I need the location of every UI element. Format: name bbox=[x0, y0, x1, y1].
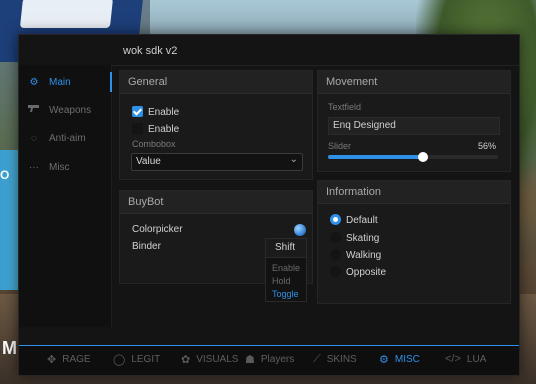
radio-label-walking: Walking bbox=[346, 250, 382, 261]
movement-panel: Movement Textfield Enq Designed Slider 5… bbox=[317, 70, 511, 172]
chevron-down-icon: ⌄ bbox=[289, 154, 298, 165]
tab-label: SKINS bbox=[326, 354, 357, 365]
tab-visuals[interactable]: ✿ VISUALS bbox=[181, 353, 238, 366]
crosshair-icon: ✥ bbox=[47, 354, 57, 366]
radio-label-opposite: Opposite bbox=[346, 267, 387, 278]
color-swatch[interactable] bbox=[294, 224, 306, 236]
panel-title: General bbox=[128, 76, 168, 88]
palette-icon: ✿ bbox=[181, 354, 191, 366]
sidebar-item-label: Weapons bbox=[49, 104, 92, 116]
panel-header: BuyBot bbox=[120, 191, 312, 214]
players-icon: ☗ bbox=[245, 354, 255, 366]
panel-header: Movement bbox=[318, 71, 510, 94]
radio-label-default: Default bbox=[346, 215, 378, 226]
tab-label: RAGE bbox=[62, 354, 91, 365]
enable-label-2: Enable bbox=[148, 124, 180, 135]
tab-rage[interactable]: ✥ RAGE bbox=[47, 353, 91, 366]
binder-popup: Shift Enable Hold Toggle bbox=[265, 238, 307, 302]
slider-value: 56% bbox=[478, 141, 497, 151]
textfield-value: Enq Designed bbox=[333, 120, 396, 131]
sidebar-item-weapons[interactable]: Weapons bbox=[19, 97, 111, 123]
crosshair-icon: ◌ bbox=[31, 132, 37, 144]
sidebar-item-main[interactable]: ⚙ Main bbox=[19, 69, 112, 95]
binder-mode-hold[interactable]: Hold bbox=[272, 276, 291, 286]
sidebar-item-misc[interactable]: ··· Misc bbox=[19, 154, 111, 180]
radio-label-skating: Skating bbox=[346, 233, 380, 244]
panel-header: Information bbox=[318, 181, 510, 204]
textfield-input[interactable]: Enq Designed bbox=[328, 117, 500, 135]
sidebar: ⚙ Main Weapons ◌ Anti-aim ··· Misc bbox=[19, 65, 112, 327]
bottom-tab-bar: ✥ RAGE ◯ LEGIT ✿ VISUALS ☗ Players ⟋ SKI… bbox=[19, 345, 519, 375]
gears-icon: ⚙ bbox=[29, 76, 39, 88]
panel-title: BuyBot bbox=[128, 196, 164, 208]
tab-label: Players bbox=[260, 354, 295, 365]
slider-track[interactable] bbox=[328, 152, 498, 162]
panel-title: Movement bbox=[326, 76, 378, 88]
sidebar-item-anti-aim[interactable]: ◌ Anti-aim bbox=[19, 125, 111, 151]
slider-handle[interactable] bbox=[418, 152, 429, 162]
enable-label-1: Enable bbox=[148, 107, 180, 118]
sidebar-item-label: Anti-aim bbox=[49, 132, 86, 144]
code-icon: </> bbox=[445, 353, 461, 365]
tab-label: MISC bbox=[394, 354, 420, 365]
colorpicker-label: Colorpicker bbox=[132, 224, 183, 235]
title-divider bbox=[111, 65, 519, 66]
panel-title: Information bbox=[326, 186, 382, 198]
sidebar-item-label: Misc bbox=[49, 161, 70, 173]
tab-label: VISUALS bbox=[196, 354, 239, 365]
binder-mode-toggle[interactable]: Toggle bbox=[272, 289, 299, 299]
gears-icon: ⚙ bbox=[379, 354, 389, 366]
radio-walking[interactable] bbox=[330, 249, 341, 260]
general-panel: General Enable Enable Combobox Value ⌄ bbox=[119, 70, 313, 180]
combobox-select[interactable]: Value ⌄ bbox=[131, 153, 303, 171]
combobox-label: Combobox bbox=[132, 139, 176, 149]
information-panel: Information Default Skating Walking Oppo… bbox=[317, 180, 511, 304]
combobox-value: Value bbox=[136, 156, 161, 167]
binder-label: Binder bbox=[132, 241, 161, 252]
tab-misc[interactable]: ⚙ MISC bbox=[379, 353, 420, 366]
binder-mode-enable[interactable]: Enable bbox=[272, 263, 300, 273]
sidebar-item-label: Main bbox=[49, 76, 71, 88]
radio-skating[interactable] bbox=[330, 232, 341, 243]
tab-legit[interactable]: ◯ LEGIT bbox=[113, 353, 160, 366]
slider-fill bbox=[328, 155, 424, 159]
buybot-panel: BuyBot Colorpicker Binder Shift Enable H… bbox=[119, 190, 313, 302]
circle-icon: ◯ bbox=[113, 354, 126, 366]
tab-lua[interactable]: </> LUA bbox=[445, 353, 486, 365]
binder-key[interactable]: Shift bbox=[266, 239, 306, 258]
gun-icon bbox=[27, 104, 41, 116]
knife-icon: ⟋ bbox=[313, 353, 321, 365]
accent-line bbox=[19, 345, 519, 346]
radio-default[interactable] bbox=[330, 214, 341, 225]
tab-label: LUA bbox=[466, 353, 487, 365]
enable-checkbox-2[interactable] bbox=[132, 123, 143, 134]
window-title: wok sdk v2 bbox=[123, 45, 178, 57]
radio-opposite[interactable] bbox=[330, 266, 341, 277]
panel-header: General bbox=[120, 71, 312, 94]
textfield-label: Textfield bbox=[328, 102, 362, 112]
tab-players[interactable]: ☗ Players bbox=[245, 353, 294, 366]
cheat-menu-window: wok sdk v2 ⚙ Main Weapons ◌ Anti-aim ···… bbox=[18, 34, 520, 376]
background-text-mid: O bbox=[0, 168, 10, 182]
enable-checkbox-1[interactable] bbox=[132, 106, 143, 117]
dots-icon: ··· bbox=[29, 161, 39, 173]
tab-skins[interactable]: ⟋ SKINS bbox=[313, 353, 357, 366]
slider-label: Slider bbox=[328, 141, 352, 151]
tab-label: LEGIT bbox=[131, 354, 161, 365]
